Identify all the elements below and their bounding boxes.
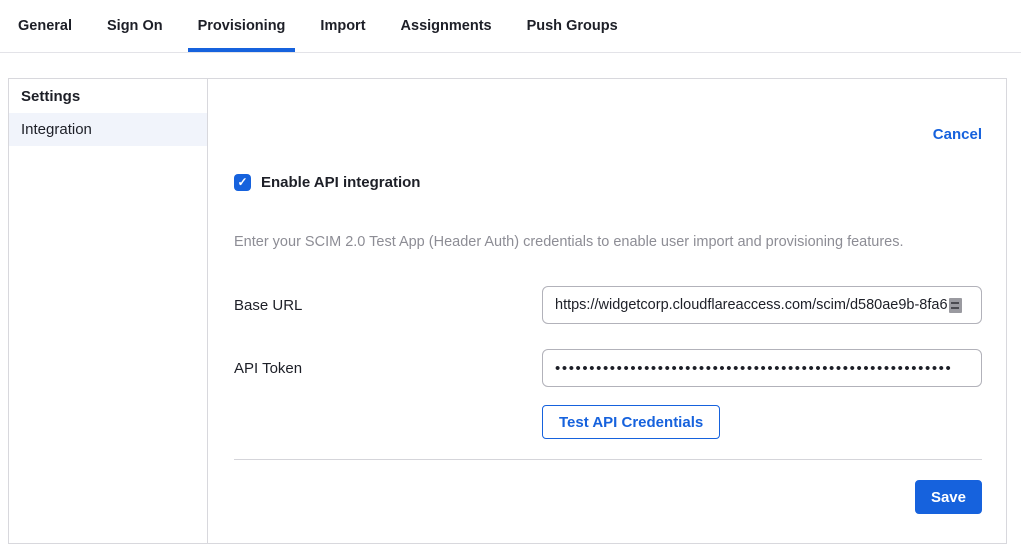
enable-api-row: ✓ Enable API integration — [234, 174, 982, 191]
api-token-row: API Token ••••••••••••••••••••••••••••••… — [234, 349, 982, 387]
api-token-input[interactable]: ••••••••••••••••••••••••••••••••••••••••… — [542, 349, 982, 387]
tab-provisioning[interactable]: Provisioning — [188, 0, 296, 52]
tab-assignments[interactable]: Assignments — [391, 0, 502, 52]
cancel-button[interactable]: Cancel — [933, 126, 982, 143]
base-url-row: Base URL https://widgetcorp.cloudflareac… — [234, 286, 982, 324]
test-api-credentials-button[interactable]: Test API Credentials — [542, 405, 720, 439]
app-tab-bar: General Sign On Provisioning Import Assi… — [0, 0, 1021, 53]
api-token-label: API Token — [234, 360, 542, 377]
sidebar-header-settings: Settings — [9, 79, 207, 113]
integration-settings-form: Cancel ✓ Enable API integration Enter yo… — [208, 79, 1006, 543]
base-url-input[interactable]: https://widgetcorp.cloudflareaccess.com/… — [542, 286, 982, 324]
tab-sign-on[interactable]: Sign On — [97, 0, 173, 52]
credentials-description: Enter your SCIM 2.0 Test App (Header Aut… — [234, 234, 982, 250]
tab-import[interactable]: Import — [310, 0, 375, 52]
base-url-label: Base URL — [234, 297, 542, 314]
settings-sidebar: Settings Integration — [9, 79, 208, 543]
test-credentials-row: Test API Credentials — [542, 405, 982, 439]
text-cursor — [949, 298, 962, 313]
save-button[interactable]: Save — [915, 480, 982, 514]
tab-general[interactable]: General — [8, 0, 82, 52]
tab-push-groups[interactable]: Push Groups — [517, 0, 628, 52]
base-url-value: https://widgetcorp.cloudflareaccess.com/… — [555, 297, 948, 313]
cancel-row: Cancel — [234, 126, 982, 144]
sidebar-item-integration[interactable]: Integration — [9, 113, 207, 146]
provisioning-panel: Settings Integration Cancel ✓ Enable API… — [8, 78, 1007, 544]
save-row: Save — [234, 480, 982, 514]
api-token-masked-value: ••••••••••••••••••••••••••••••••••••••••… — [555, 360, 952, 377]
checkmark-icon: ✓ — [237, 175, 247, 189]
enable-api-label: Enable API integration — [261, 174, 420, 191]
enable-api-checkbox[interactable]: ✓ — [234, 174, 251, 191]
footer-divider — [234, 459, 982, 460]
